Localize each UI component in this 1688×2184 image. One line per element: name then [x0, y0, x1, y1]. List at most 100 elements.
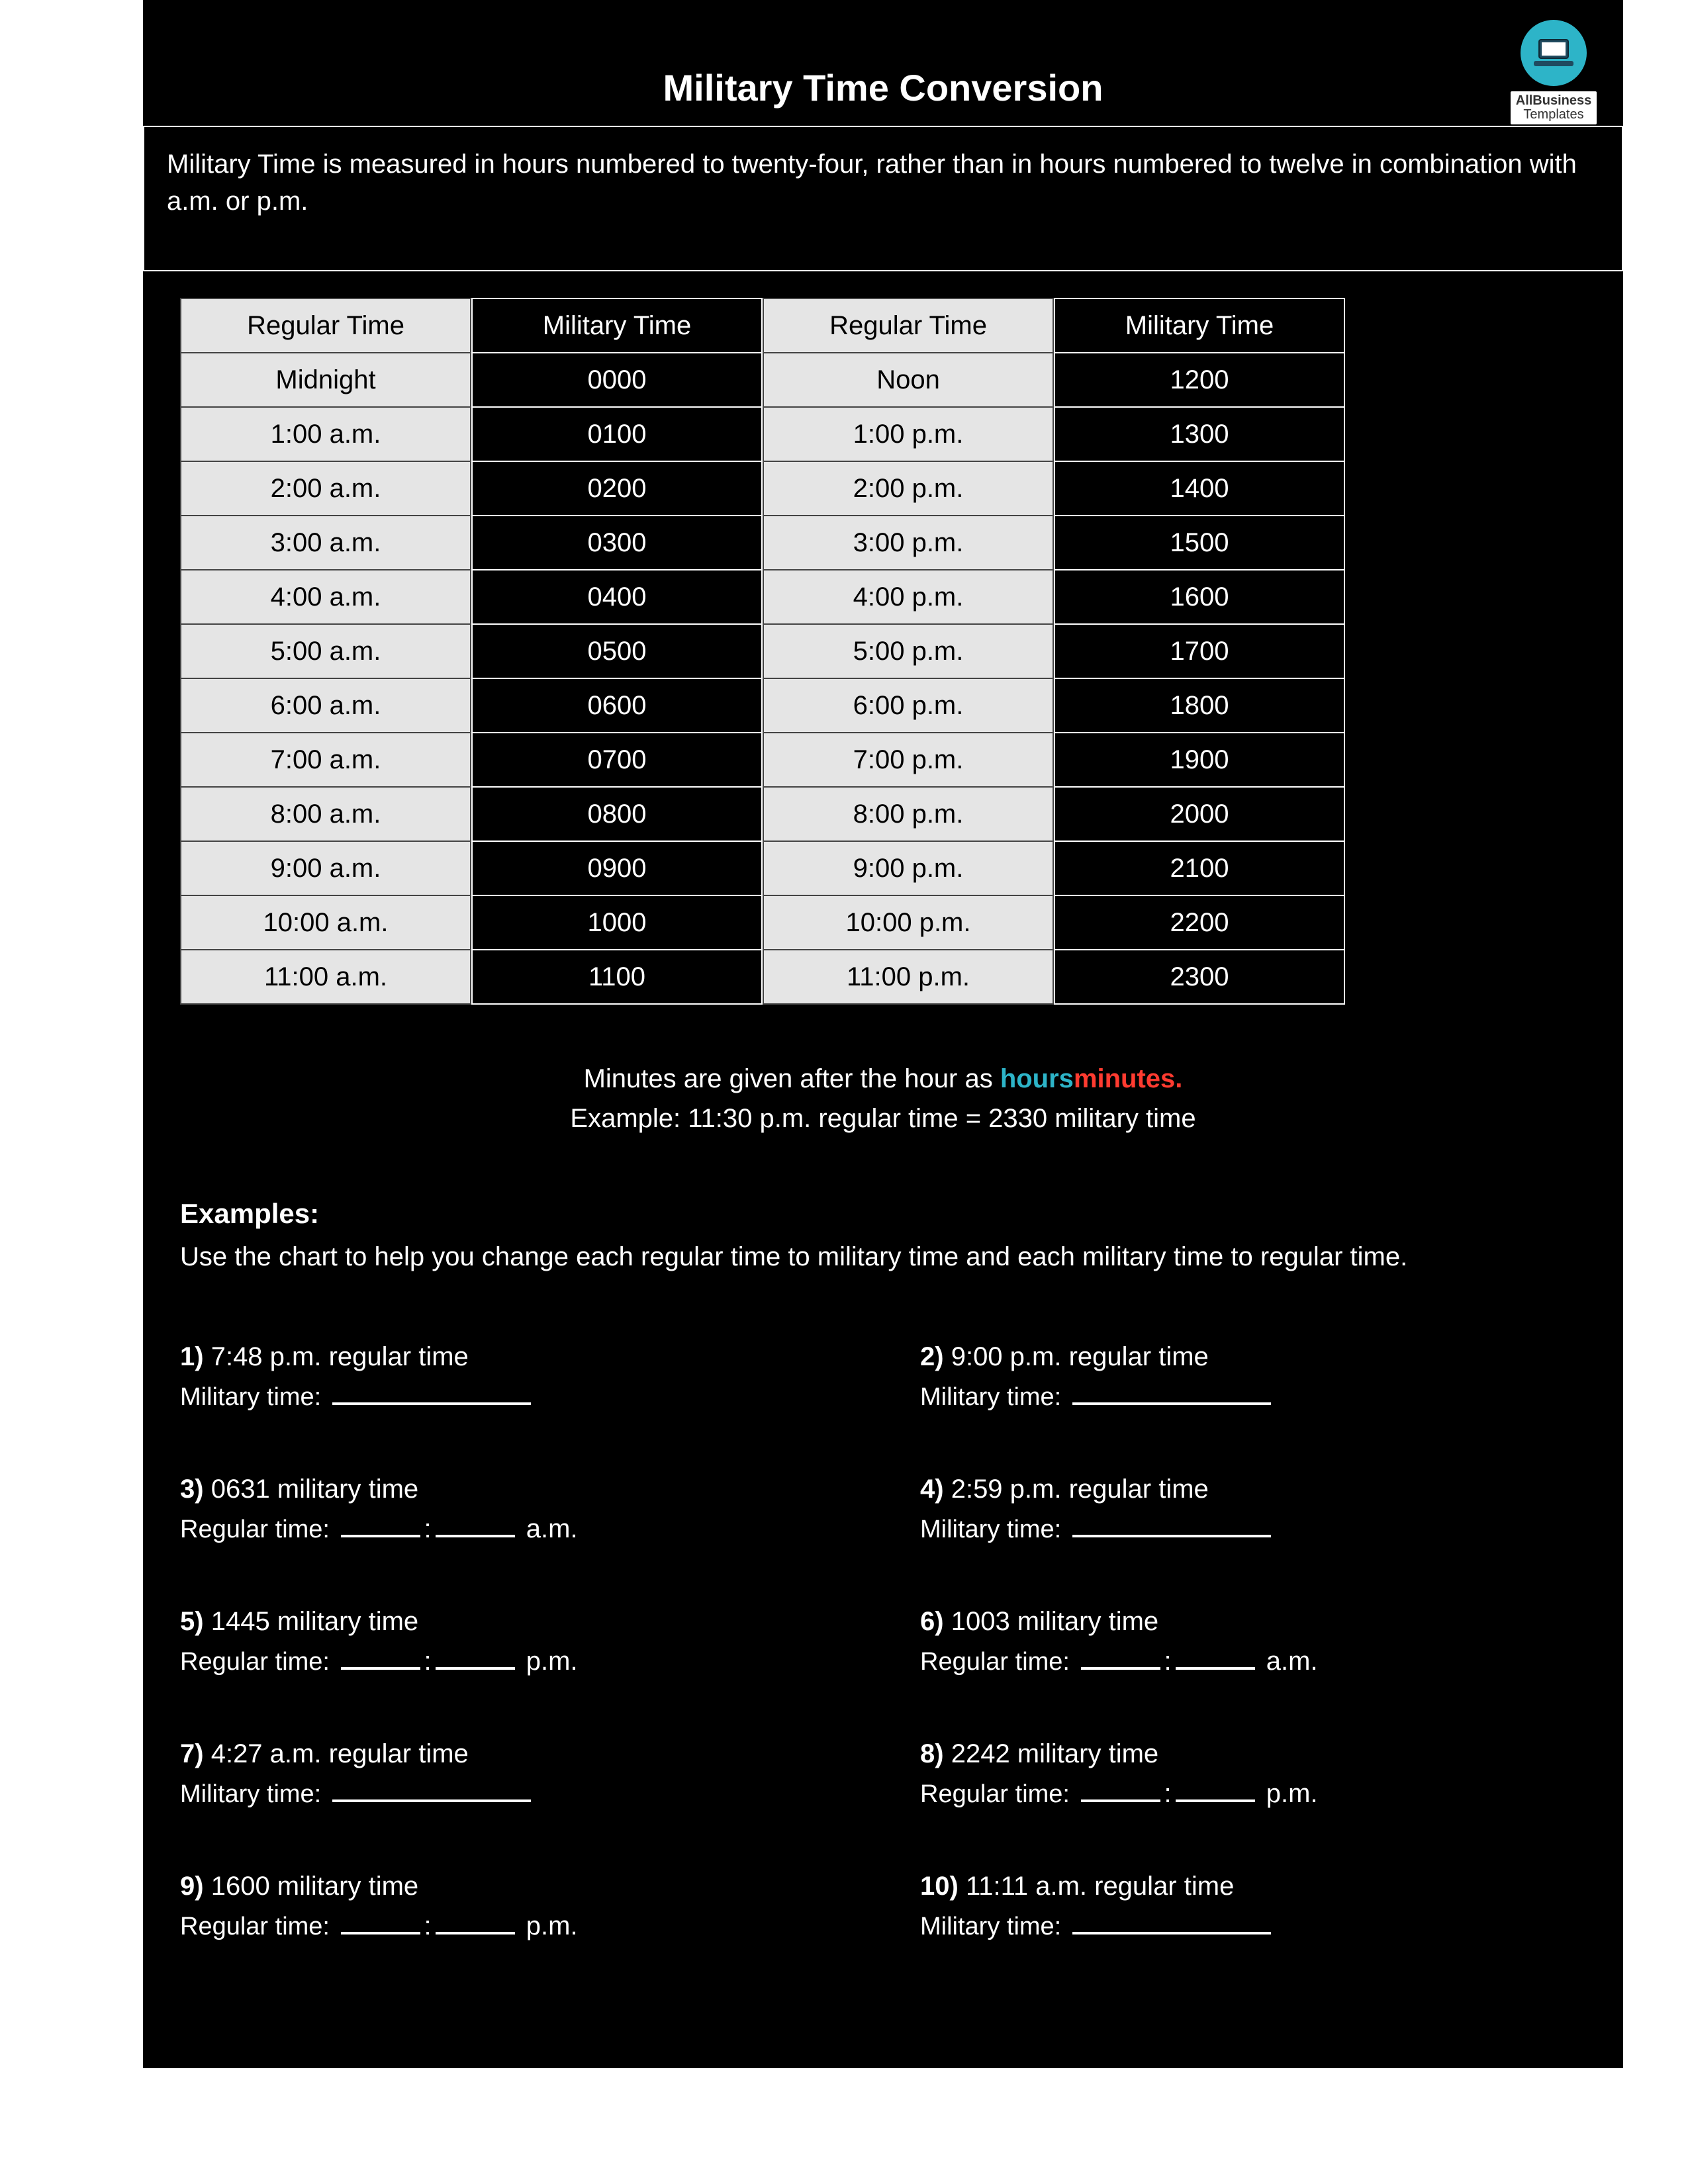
answer-label: Regular time: — [920, 1648, 1077, 1676]
right-reg-row: 11:00 p.m. — [763, 950, 1053, 1004]
left-reg-row: 8:00 a.m. — [181, 787, 471, 841]
left-mil-row: 0000 — [472, 353, 762, 407]
left-mil-row: 1000 — [472, 895, 762, 950]
answer-label: Regular time: — [920, 1780, 1077, 1808]
left-reg-row: 6:00 a.m. — [181, 678, 471, 733]
example-item: 9) 1600 military time Regular time: : p.… — [143, 1866, 883, 1999]
page-title: Military Time Conversion — [143, 66, 1623, 109]
answer-suffix: p.m. — [526, 1647, 578, 1676]
answer-label: Military time: — [180, 1780, 328, 1808]
left-mil-row: 0900 — [472, 841, 762, 895]
right-mil-row: 1400 — [1055, 461, 1344, 516]
answer-label: Regular time: — [180, 1648, 337, 1676]
right-reg-row: Noon — [763, 353, 1053, 407]
example-item: 10) 11:11 a.m. regular time Military tim… — [883, 1866, 1623, 1999]
answer-blank[interactable] — [1072, 1402, 1271, 1405]
example-question: 1445 military time — [211, 1607, 418, 1636]
watermark-text: AllBusiness Templates — [1511, 91, 1597, 124]
left-mil-row: 0700 — [472, 733, 762, 787]
right-reg-row: 4:00 p.m. — [763, 570, 1053, 624]
example-number: 6) — [920, 1607, 944, 1636]
example-question: 2:59 p.m. regular time — [951, 1475, 1209, 1504]
right-reg-row: 9:00 p.m. — [763, 841, 1053, 895]
left-reg-row: 2:00 a.m. — [181, 461, 471, 516]
answer-blank[interactable] — [1081, 1799, 1160, 1802]
answer-blank[interactable] — [1072, 1535, 1271, 1537]
answer-suffix: a.m. — [526, 1514, 578, 1543]
answer-blank[interactable] — [1176, 1667, 1255, 1670]
answer-label: Regular time: — [180, 1913, 337, 1940]
examples-heading: Examples: — [180, 1198, 319, 1230]
right-mil-row: 1700 — [1055, 624, 1344, 678]
left-reg-row: Midnight — [181, 353, 471, 407]
left-mil-row: 0600 — [472, 678, 762, 733]
answer-suffix: a.m. — [1266, 1647, 1318, 1676]
answer-blank[interactable] — [332, 1799, 531, 1802]
right-reg-row: 3:00 p.m. — [763, 516, 1053, 570]
left-reg-row: 9:00 a.m. — [181, 841, 471, 895]
answer-blank[interactable] — [436, 1667, 515, 1670]
right-mil-row: 2100 — [1055, 841, 1344, 895]
answer-blank[interactable] — [341, 1667, 420, 1670]
right-reg-row: 5:00 p.m. — [763, 624, 1053, 678]
answer-label: Military time: — [920, 1516, 1068, 1543]
right-mil-row: 1900 — [1055, 733, 1344, 787]
right-reg-row: 2:00 p.m. — [763, 461, 1053, 516]
left-mil-row: 0200 — [472, 461, 762, 516]
example-item: 1) 7:48 p.m. regular time Military time: — [143, 1337, 883, 1469]
answer-blank[interactable] — [341, 1932, 420, 1934]
right-mil-row: 1500 — [1055, 516, 1344, 570]
right-mil-row: 1200 — [1055, 353, 1344, 407]
answer-blank[interactable] — [332, 1402, 531, 1405]
right-mil-row: 1800 — [1055, 678, 1344, 733]
examples-grid: 1) 7:48 p.m. regular time Military time:… — [143, 1337, 1623, 1999]
example-question: 2242 military time — [951, 1739, 1158, 1768]
left-mil-row: 0800 — [472, 787, 762, 841]
minutes-highlight: minutes. — [1074, 1064, 1182, 1093]
left-mil-row: 0300 — [472, 516, 762, 570]
example-question: 0631 military time — [211, 1475, 418, 1504]
example-question: 1003 military time — [951, 1607, 1158, 1636]
right-reg-row: 7:00 p.m. — [763, 733, 1053, 787]
example-question: 4:27 a.m. regular time — [211, 1739, 469, 1768]
right-mil-row: 1300 — [1055, 407, 1344, 461]
answer-label: Military time: — [180, 1383, 328, 1411]
left-reg-row: 11:00 a.m. — [181, 950, 471, 1004]
laptop-icon — [1521, 20, 1587, 86]
right-mil-row: 2200 — [1055, 895, 1344, 950]
left-military-header: Military Time — [472, 298, 762, 353]
minutes-note: Minutes are given after the hour as hour… — [143, 1059, 1623, 1138]
answer-blank[interactable] — [436, 1535, 515, 1537]
answer-blank[interactable] — [1176, 1799, 1255, 1802]
answer-suffix: p.m. — [526, 1911, 578, 1940]
right-military-column: Military Time 1200 1300 1400 1500 1600 1… — [1054, 298, 1345, 1005]
answer-blank[interactable] — [341, 1535, 420, 1537]
left-reg-row: 4:00 a.m. — [181, 570, 471, 624]
example-number: 5) — [180, 1607, 204, 1636]
left-regular-column: Regular Time Midnight 1:00 a.m. 2:00 a.m… — [180, 298, 471, 1005]
right-military-header: Military Time — [1055, 298, 1344, 353]
example-number: 9) — [180, 1872, 204, 1901]
right-reg-row: 8:00 p.m. — [763, 787, 1053, 841]
example-item: 2) 9:00 p.m. regular time Military time: — [883, 1337, 1623, 1469]
left-mil-row: 1100 — [472, 950, 762, 1004]
answer-blank[interactable] — [1072, 1932, 1271, 1934]
left-reg-row: 7:00 a.m. — [181, 733, 471, 787]
document-page: AllBusiness Templates Military Time Conv… — [143, 0, 1623, 2068]
example-question: 11:11 a.m. regular time — [966, 1872, 1234, 1901]
example-item: 7) 4:27 a.m. regular time Military time: — [143, 1734, 883, 1866]
right-reg-row: 6:00 p.m. — [763, 678, 1053, 733]
intro-box: Military Time is measured in hours numbe… — [143, 126, 1623, 271]
example-item: 6) 1003 military time Regular time: : a.… — [883, 1602, 1623, 1734]
example-number: 2) — [920, 1342, 944, 1371]
answer-suffix: p.m. — [1266, 1779, 1318, 1808]
conversion-tables: Regular Time Midnight 1:00 a.m. 2:00 a.m… — [143, 298, 1623, 1005]
answer-blank[interactable] — [436, 1932, 515, 1934]
example-number: 1) — [180, 1342, 204, 1371]
right-reg-row: 10:00 p.m. — [763, 895, 1053, 950]
example-number: 4) — [920, 1475, 944, 1504]
note-example: Example: 11:30 p.m. regular time = 2330 … — [570, 1104, 1196, 1133]
examples-instruction: Use the chart to help you change each re… — [180, 1238, 1583, 1276]
left-military-column: Military Time 0000 0100 0200 0300 0400 0… — [471, 298, 763, 1005]
answer-blank[interactable] — [1081, 1667, 1160, 1670]
